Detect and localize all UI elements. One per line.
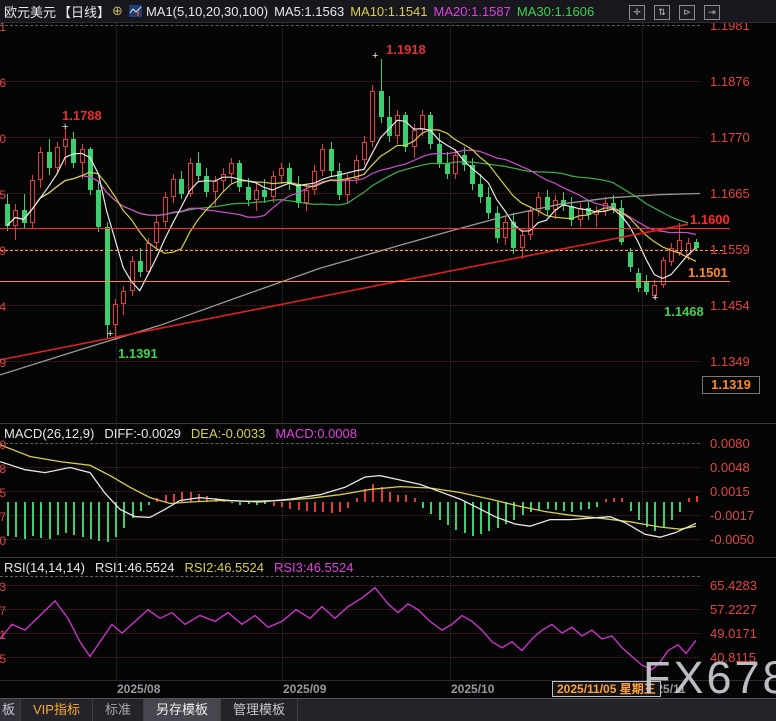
symbol-title: 欧元美元: [4, 2, 56, 21]
left-clipped-axis-label: 1.1876: [0, 74, 6, 88]
support-line-1p1501[interactable]: [0, 281, 730, 282]
extreme-cross-marker: +: [62, 121, 68, 133]
left-clipped-axis-label: 49.0171: [0, 626, 6, 640]
left-clipped-axis-label: 1.1665: [0, 186, 6, 200]
template-tab-default[interactable]: 管理模板: [221, 699, 298, 721]
chart-toolbar: ✛ ⇅ ⊳ ⇥: [626, 3, 726, 20]
chart-application-window: 欧元美元 【日线】 ⊕ MA1(5,10,20,30,100) MA5:1.156…: [0, 0, 776, 721]
ma-value-label: MA10:1.1541: [350, 4, 427, 19]
left-clipped-axis-label: 1.1454: [0, 298, 6, 312]
axis-price-label: 1.1454: [710, 298, 750, 313]
left-clipped-axis-label: 57.2227: [0, 602, 6, 616]
pop-out-icon[interactable]: ⇥: [704, 5, 720, 20]
left-clipped-axis-label: 1.1559: [0, 242, 6, 256]
rsi-axis-label: 57.2227: [710, 602, 757, 617]
chart-header-bar: 欧元美元 【日线】 ⊕ MA1(5,10,20,30,100) MA5:1.156…: [0, 0, 776, 23]
indicator-value-label: MACD:0.0008: [275, 426, 357, 441]
zoom-y-axis-icon[interactable]: ⇅: [654, 5, 670, 20]
indicator-value-label: DEA:-0.0033: [191, 426, 265, 441]
macd-axis-label: 0.0080: [710, 436, 750, 451]
template-tab-vip[interactable]: VIP指标: [21, 699, 93, 721]
panel-separator[interactable]: [0, 423, 776, 424]
extreme-cross-marker: +: [107, 328, 113, 340]
macd-readout-row: MACD(26,12,9) DIFF:-0.0029 DEA:-0.0033 MACD…: [4, 426, 367, 441]
left-clipped-axis-label: 0.0080: [0, 436, 6, 450]
ma-value-label: MA5:1.1563: [274, 4, 344, 19]
left-clipped-axis-label: 40.8115: [0, 650, 6, 664]
left-clipped-axis-label: 65.4283: [0, 578, 6, 592]
mini-chart-icon: [129, 5, 142, 17]
date-axis-label: 2025/10: [451, 682, 494, 696]
last-price-dashed-line: [0, 250, 723, 251]
date-axis-label: 2025/08: [117, 682, 160, 696]
macd-axis-label: 0.0048: [710, 460, 750, 475]
extreme-cross-marker: +: [372, 50, 378, 62]
trend-line: [0, 222, 700, 360]
swing-low-label: 1.1391: [118, 346, 158, 361]
ma-value-label: MA20:1.1587: [434, 4, 511, 19]
macd-dea-line: [0, 445, 696, 530]
swing-low-label: 1.1468: [664, 304, 704, 319]
indicator-value-label: RSI1:46.5524: [95, 560, 175, 575]
left-clipped-axis-label: -0.0017: [0, 508, 6, 522]
period-label: 【日线】: [58, 2, 110, 21]
axis-price-label: 1.1876: [710, 74, 750, 89]
ma-values-readout: MA1(5,10,20,30,100) MA5:1.1563 MA10:1.1541…: [146, 4, 600, 19]
axis-price-label: 1.1349: [710, 354, 750, 369]
left-clipped-axis-label: -0.0050: [0, 532, 6, 546]
axis-price-label: 1.1770: [710, 130, 750, 145]
left-clipped-axis-label: 1.1349: [0, 354, 6, 368]
zoom-x-axis-icon[interactable]: ⊳: [679, 5, 695, 20]
rsi-axis-label: 65.4283: [710, 578, 757, 593]
axis-price-label: 1.1559: [710, 242, 750, 257]
template-tab-part[interactable]: 板: [0, 699, 21, 721]
indicator-value-label: MACD(26,12,9): [4, 426, 94, 441]
ma5-line: [7, 120, 696, 290]
ma-value-label: MA1(5,10,20,30,100): [146, 4, 268, 19]
rsi-axis-label: 49.0171: [710, 626, 757, 641]
date-axis-label: 2025/09: [283, 682, 326, 696]
price-level-boxed-label[interactable]: 1.1319: [702, 376, 760, 394]
crosshair-icon[interactable]: ✛: [629, 5, 645, 20]
ma100-line: [0, 194, 700, 375]
left-clipped-axis-label: 1.1770: [0, 130, 6, 144]
template-tab-std[interactable]: 标准: [93, 699, 144, 721]
axis-price-label: 1.1665: [710, 186, 750, 201]
indicator-value-label: RSI(14,14,14): [4, 560, 85, 575]
indicator-lines-layer: [0, 0, 776, 721]
rsi-line: [0, 588, 696, 670]
add-indicator-icon[interactable]: ⊕: [112, 3, 123, 19]
indicator-value-label: RSI2:46.5524: [184, 560, 264, 575]
ma-value-label: MA30:1.1606: [517, 4, 594, 19]
macd-axis-label: -0.0050: [710, 532, 754, 547]
indicator-value-label: RSI3:46.5524: [274, 560, 354, 575]
macd-axis-label: -0.0017: [710, 508, 754, 523]
template-tab-sel[interactable]: 另存模板: [144, 699, 221, 721]
rsi-axis-label: 40.8115: [710, 650, 756, 665]
resistance-line-1p1600[interactable]: [0, 228, 730, 229]
left-clipped-axis-label: 0.0048: [0, 460, 6, 474]
support-line-label: 1.1501: [686, 265, 730, 280]
swing-high-label: 1.1918: [386, 42, 426, 57]
resistance-line-label: 1.1600: [688, 212, 732, 227]
extreme-cross-marker: +: [652, 292, 658, 304]
rsi-readout-row: RSI(14,14,14) RSI1:46.5524 RSI2:46.5524 RSI…: [4, 560, 363, 575]
panel-separator[interactable]: [0, 557, 776, 558]
template-tab-bar: 板VIP指标标准另存模板管理模板: [0, 698, 776, 721]
macd-axis-label: 0.0015: [710, 484, 750, 499]
indicator-value-label: DIFF:-0.0029: [104, 426, 181, 441]
left-clipped-axis-label: 0.0015: [0, 484, 6, 498]
